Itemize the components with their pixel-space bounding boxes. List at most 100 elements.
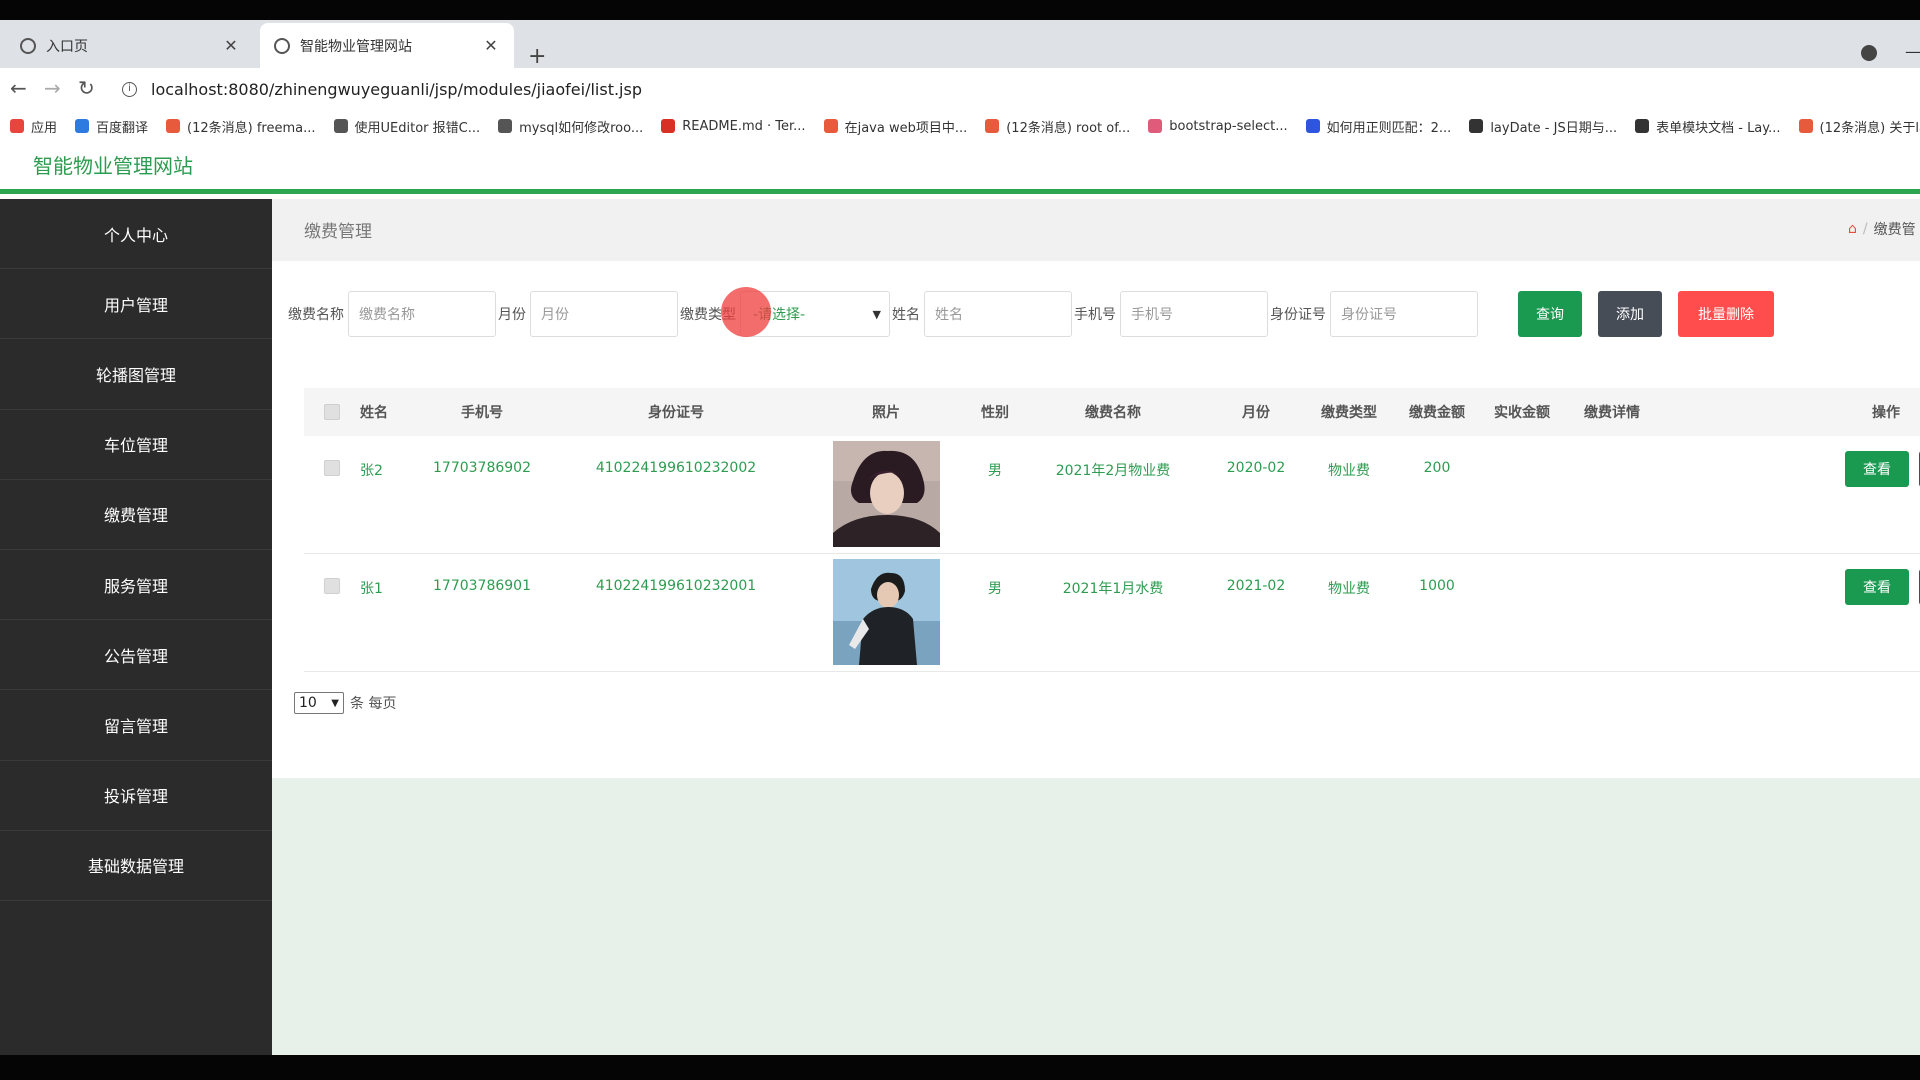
bookmark-item[interactable]: 使用UEditor 报错C...: [333, 117, 480, 136]
sidebar-item-payments[interactable]: 缴费管理: [0, 480, 272, 550]
tab-title: 入口页: [46, 38, 88, 55]
close-icon[interactable]: ✕: [222, 36, 240, 55]
apps-grid-icon: [10, 119, 24, 133]
payment-table: 姓名 手机号 身份证号 照片 性别 缴费名称 月份 缴费类型 缴费金额 实收金额…: [304, 388, 1920, 672]
bookmark-item[interactable]: 应用: [10, 117, 57, 136]
bookmark-favicon-icon: [333, 119, 348, 133]
name-input[interactable]: 姓名: [924, 291, 1072, 337]
sidebar: 个人中心 用户管理 轮播图管理 车位管理 缴费管理 服务管理 公告管理 留言管理…: [0, 199, 272, 1055]
cell-id-card: 410224199610232001: [595, 578, 757, 594]
row-checkbox[interactable]: [324, 578, 340, 594]
bookmark-item[interactable]: 如何用正则匹配：2...: [1305, 117, 1451, 136]
cell-month: 2021-02: [1226, 578, 1286, 594]
bookmark-item[interactable]: (12条消息) 关于lay...: [1798, 117, 1920, 136]
bookmark-label: (12条消息) 关于lay...: [1819, 120, 1920, 136]
bookmark-item[interactable]: (12条消息) root of...: [985, 117, 1130, 136]
sidebar-item-complaints[interactable]: 投诉管理: [0, 761, 272, 831]
cell-name[interactable]: 张2: [360, 436, 404, 480]
browser-tab-site[interactable]: 智能物业管理网站 ✕: [260, 23, 514, 68]
sidebar-item-label: 服务管理: [103, 576, 168, 596]
forward-icon[interactable]: →: [44, 76, 61, 100]
sidebar-item-profile[interactable]: 个人中心: [0, 199, 272, 270]
shield-icon: [274, 37, 290, 54]
reload-icon[interactable]: ↻: [78, 76, 95, 100]
batch-delete-button[interactable]: 批量删除: [1678, 291, 1774, 337]
select-all-checkbox[interactable]: [324, 404, 340, 420]
cell-month: 2020-02: [1226, 460, 1286, 476]
id-card-input[interactable]: 身份证号: [1330, 291, 1478, 337]
add-button[interactable]: 添加: [1598, 291, 1662, 337]
back-icon[interactable]: ←: [10, 76, 27, 100]
cell-fee-type: 物业费: [1328, 581, 1370, 597]
bookmark-item[interactable]: README.md · Ter...: [661, 119, 806, 134]
browser-tab-entry[interactable]: 入口页 ✕: [6, 23, 254, 68]
sidebar-item-basic-data[interactable]: 基础数据管理: [0, 831, 272, 901]
header-phone: 手机号: [461, 405, 503, 421]
bookmark-item[interactable]: 百度翻译: [75, 117, 148, 136]
profile-icon[interactable]: [1861, 45, 1877, 61]
fee-name-label: 缴费名称: [288, 307, 344, 323]
select-all-checkbox-cell[interactable]: [304, 404, 360, 420]
video-frame-bottom: [0, 1055, 1920, 1080]
row-checkbox[interactable]: [324, 460, 340, 476]
bookmark-label: (12条消息) freema...: [187, 120, 316, 136]
bookmark-label: layDate - JS日期与...: [1490, 120, 1618, 136]
sidebar-item-services[interactable]: 服务管理: [0, 550, 272, 621]
month-input[interactable]: 月份: [530, 291, 678, 337]
bookmark-label: 应用: [31, 120, 58, 136]
cell-gender: 男: [988, 581, 1002, 597]
cell-name[interactable]: 张1: [360, 554, 404, 598]
month-label: 月份: [498, 307, 526, 323]
sidebar-item-notices[interactable]: 公告管理: [0, 620, 272, 691]
header-ops: 操作: [1872, 405, 1900, 421]
bookmark-favicon-icon: [75, 119, 90, 133]
bookmark-item[interactable]: 在java web项目中...: [823, 117, 968, 136]
cell-detail: [1572, 436, 1652, 460]
row-checkbox-cell[interactable]: [304, 554, 360, 594]
sidebar-item-users[interactable]: 用户管理: [0, 269, 272, 340]
page-header: 缴费管理 ⌂ / 缴费管: [272, 199, 1920, 261]
sidebar-item-label: 公告管理: [103, 646, 168, 666]
view-button[interactable]: 查看: [1845, 451, 1909, 487]
browser-toolbar: ← → ↻ i localhost:8080/zhinengwuyeguanli…: [0, 68, 1920, 110]
page-size-value: 10: [299, 695, 317, 711]
info-icon[interactable]: i: [122, 81, 137, 97]
main-area: 缴费管理 ⌂ / 缴费管 缴费名称 缴费名称 月份 月份 缴费类型 -请选择- …: [272, 199, 1920, 1055]
table-row: 张1 17703786901 410224199610232001 男 2021…: [304, 554, 1920, 672]
cell-phone: 17703786901: [433, 578, 531, 594]
bookmark-favicon-icon: [1305, 119, 1320, 133]
site-title[interactable]: 智能物业管理网站: [33, 150, 193, 179]
table-row: 张2 17703786902 410224199610232002 男 2021…: [304, 436, 1920, 554]
sidebar-item-parking[interactable]: 车位管理: [0, 410, 272, 480]
bookmark-item[interactable]: bootstrap-select...: [1148, 119, 1288, 134]
globe-icon: [20, 37, 36, 54]
bookmark-favicon-icon: [1798, 119, 1813, 133]
sidebar-item-carousel[interactable]: 轮播图管理: [0, 339, 272, 410]
fee-name-input[interactable]: 缴费名称: [348, 291, 496, 337]
bookmark-item[interactable]: (12条消息) freema...: [166, 117, 316, 136]
close-icon[interactable]: ✕: [482, 36, 500, 55]
cell-amount: 1000: [1419, 578, 1455, 594]
breadcrumb-current: 缴费管: [1873, 222, 1916, 238]
bookmark-item[interactable]: 表单模块文档 - Lay...: [1635, 117, 1781, 136]
new-tab-icon[interactable]: +: [528, 44, 546, 69]
page-size-select[interactable]: 10 ▼: [294, 692, 344, 714]
header-name: 姓名: [360, 405, 388, 421]
row-checkbox-cell[interactable]: [304, 436, 360, 476]
bookmark-item[interactable]: layDate - JS日期与...: [1469, 117, 1617, 136]
id-card-label: 身份证号: [1270, 307, 1326, 323]
minimize-icon[interactable]: —: [1905, 42, 1920, 61]
bookmark-item[interactable]: mysql如何修改roo...: [498, 117, 643, 136]
home-icon[interactable]: ⌂: [1848, 221, 1857, 237]
header-detail: 缴费详情: [1584, 405, 1640, 421]
bookmark-favicon-icon: [661, 119, 676, 133]
view-button[interactable]: 查看: [1845, 569, 1909, 605]
header-month: 月份: [1242, 405, 1270, 421]
sidebar-item-label: 个人中心: [103, 225, 168, 245]
bookmark-label: 在java web项目中...: [844, 120, 968, 136]
query-button[interactable]: 查询: [1518, 291, 1582, 337]
browser-tab-strip: 入口页 ✕ 智能物业管理网站 ✕ + —: [0, 20, 1920, 69]
address-bar[interactable]: i localhost:8080/zhinengwuyeguanli/jsp/m…: [108, 72, 1898, 106]
sidebar-item-messages[interactable]: 留言管理: [0, 690, 272, 761]
phone-input[interactable]: 手机号: [1120, 291, 1268, 337]
